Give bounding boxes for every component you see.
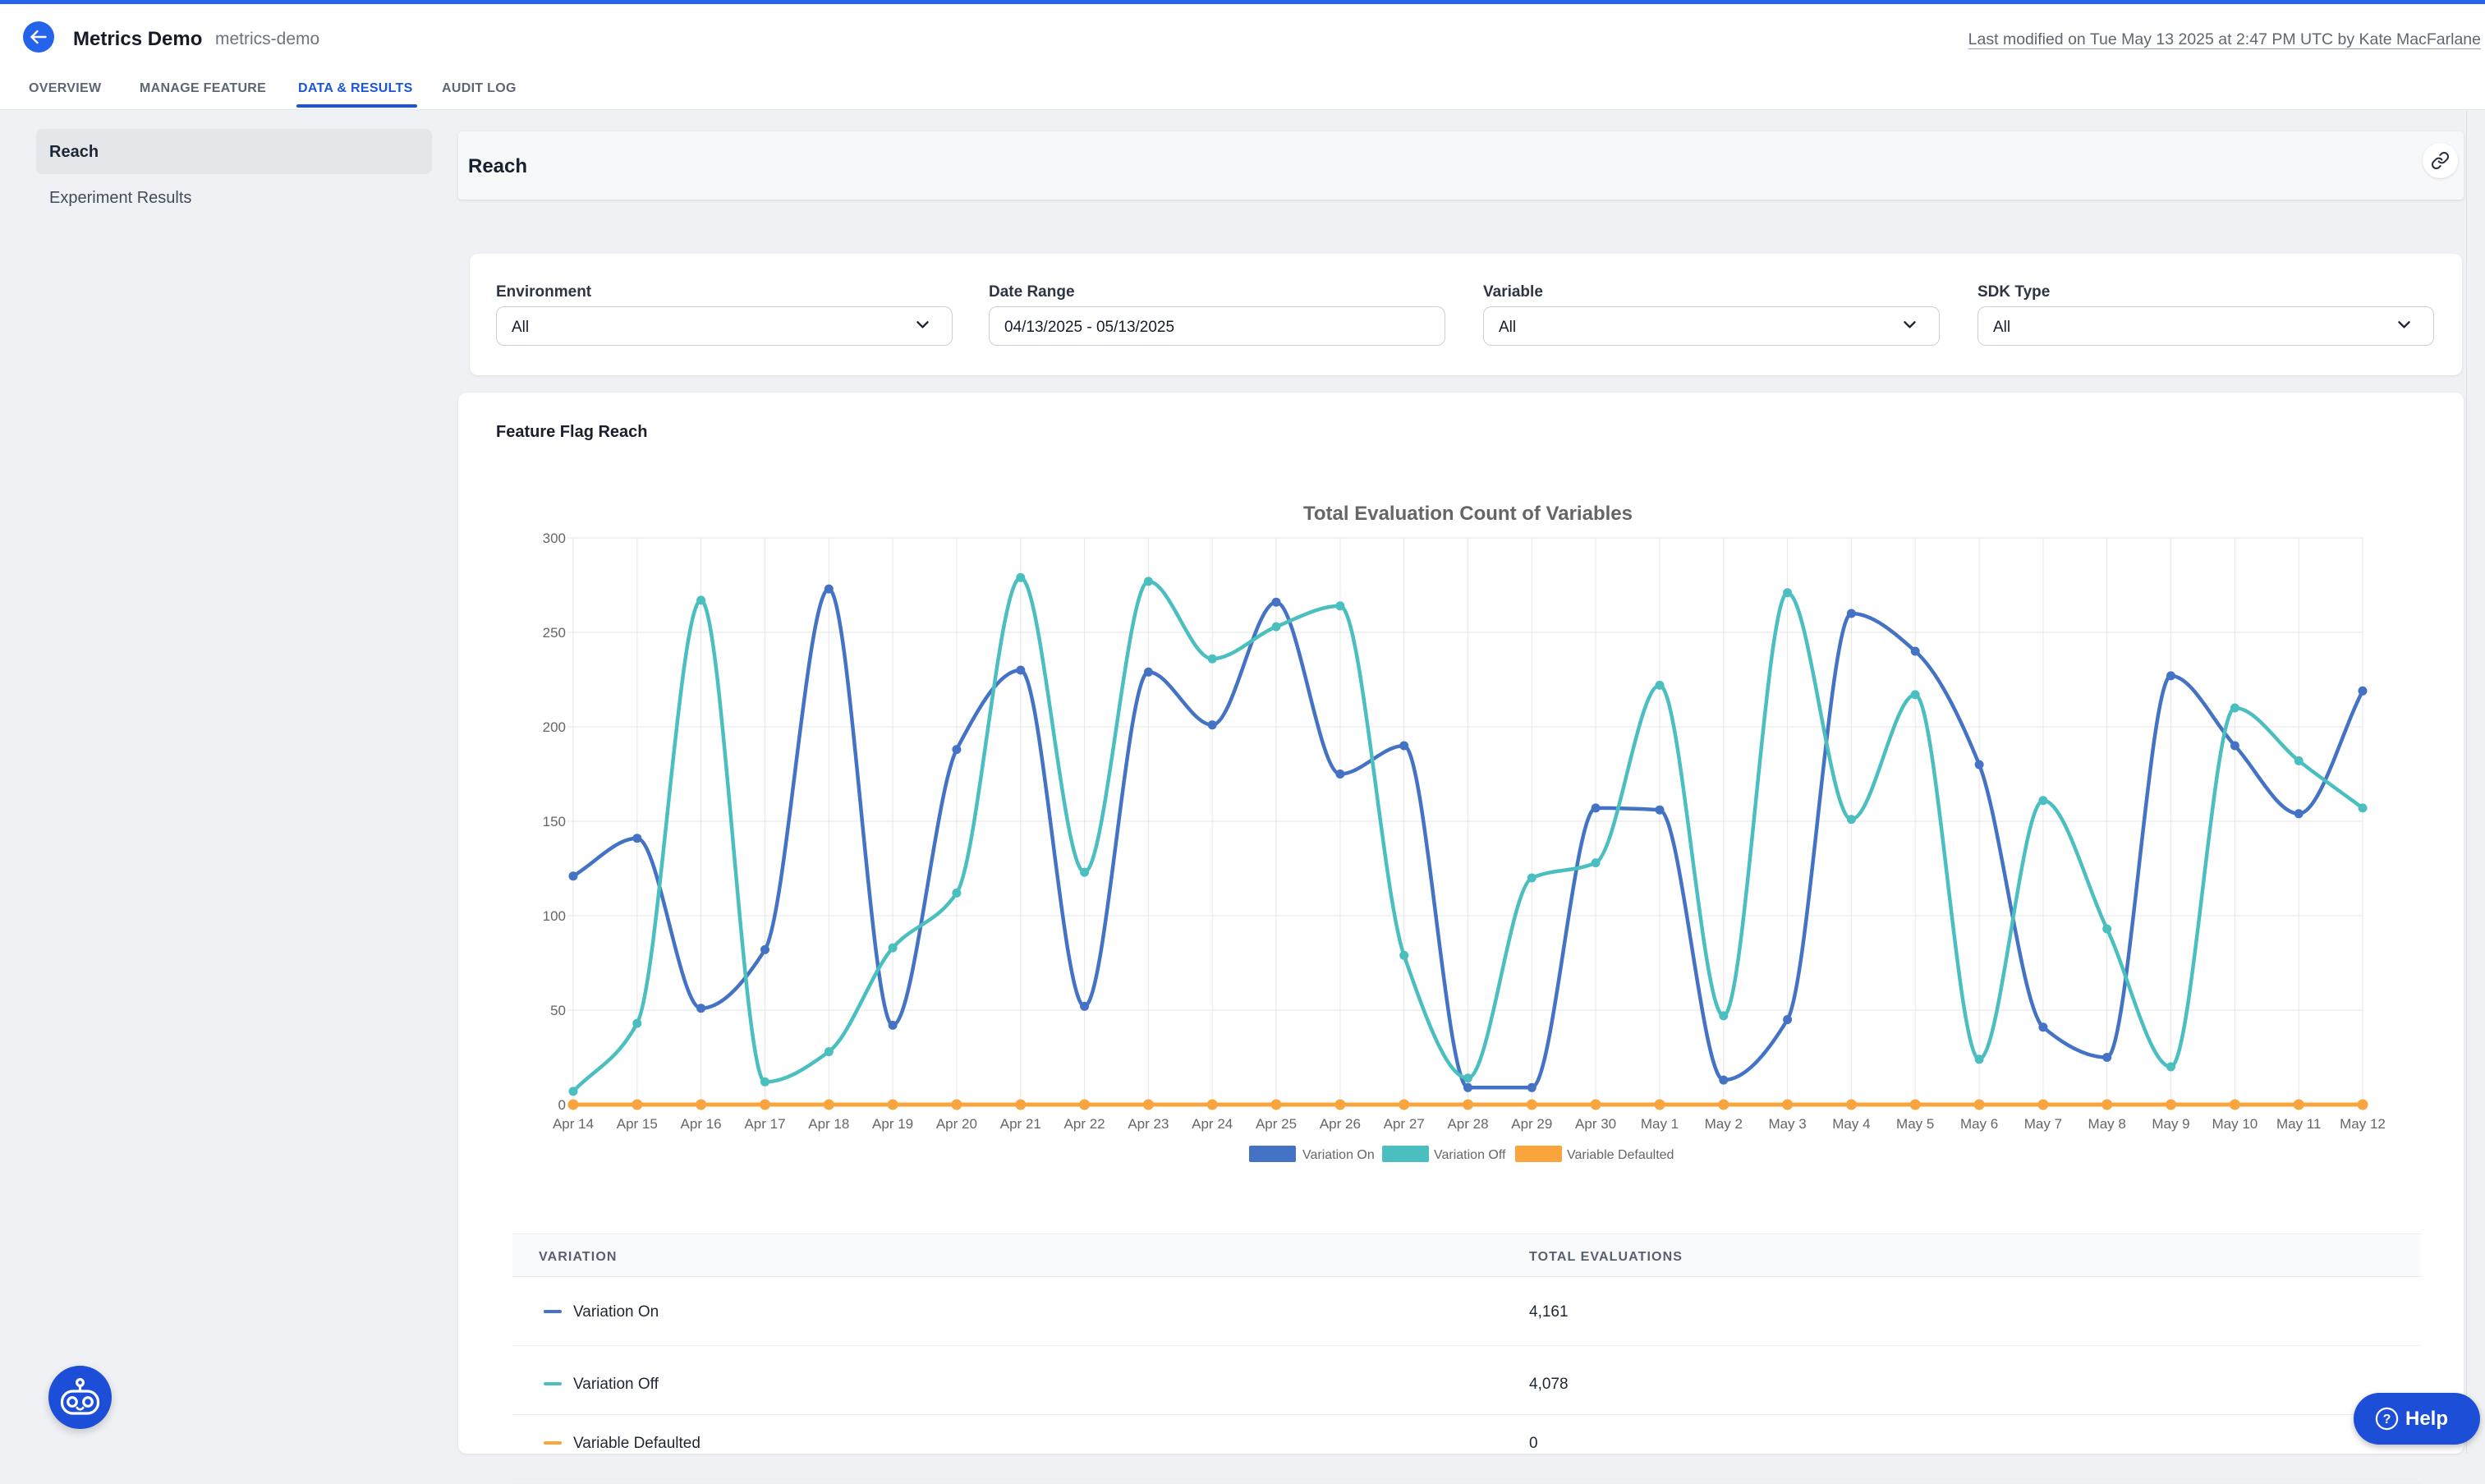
svg-text:May 8: May 8	[2088, 1116, 2126, 1132]
svg-text:50: 50	[550, 1003, 566, 1018]
svg-text:Apr 25: Apr 25	[1256, 1116, 1297, 1132]
svg-text:Apr 15: Apr 15	[617, 1116, 658, 1132]
svg-text:May 11: May 11	[2276, 1116, 2322, 1132]
svg-text:May 5: May 5	[1896, 1116, 1934, 1132]
svg-text:Total Evaluation Count of Vari: Total Evaluation Count of Variables	[1303, 503, 1633, 525]
svg-text:150: 150	[543, 814, 566, 829]
svg-text:May 12: May 12	[2340, 1116, 2386, 1132]
svg-text:Variation On: Variation On	[1302, 1148, 1375, 1162]
svg-text:May 9: May 9	[2152, 1116, 2189, 1132]
svg-text:May 3: May 3	[1768, 1116, 1806, 1132]
svg-text:Apr 29: Apr 29	[1511, 1116, 1552, 1132]
svg-text:Apr 24: Apr 24	[1192, 1116, 1233, 1132]
svg-text:Variation Off: Variation Off	[1434, 1148, 1506, 1162]
svg-text:Apr 28: Apr 28	[1447, 1116, 1488, 1132]
svg-text:Apr 14: Apr 14	[553, 1116, 594, 1132]
svg-text:May 10: May 10	[2212, 1116, 2258, 1132]
svg-text:200: 200	[543, 719, 566, 735]
svg-text:Apr 17: Apr 17	[744, 1116, 785, 1132]
svg-text:Variable Defaulted: Variable Defaulted	[1567, 1148, 1674, 1162]
svg-text:May 1: May 1	[1641, 1116, 1679, 1132]
svg-text:May 4: May 4	[1832, 1116, 1870, 1132]
svg-text:0: 0	[558, 1097, 566, 1113]
svg-text:Apr 16: Apr 16	[681, 1116, 722, 1132]
svg-text:May 7: May 7	[2024, 1116, 2062, 1132]
svg-text:300: 300	[543, 531, 566, 546]
svg-text:Apr 23: Apr 23	[1128, 1116, 1169, 1132]
svg-text:May 6: May 6	[1960, 1116, 1998, 1132]
svg-text:Apr 21: Apr 21	[1000, 1116, 1041, 1132]
svg-text:Apr 22: Apr 22	[1064, 1116, 1105, 1132]
svg-text:100: 100	[543, 908, 566, 924]
svg-text:Apr 18: Apr 18	[808, 1116, 849, 1132]
svg-text:250: 250	[543, 625, 566, 641]
svg-text:?: ?	[2383, 1413, 2391, 1427]
svg-text:Apr 19: Apr 19	[872, 1116, 913, 1132]
svg-text:Apr 30: Apr 30	[1575, 1116, 1616, 1132]
svg-text:Apr 20: Apr 20	[936, 1116, 977, 1132]
svg-text:May 2: May 2	[1705, 1116, 1743, 1132]
svg-text:Apr 27: Apr 27	[1384, 1116, 1425, 1132]
svg-text:Apr 26: Apr 26	[1320, 1116, 1361, 1132]
